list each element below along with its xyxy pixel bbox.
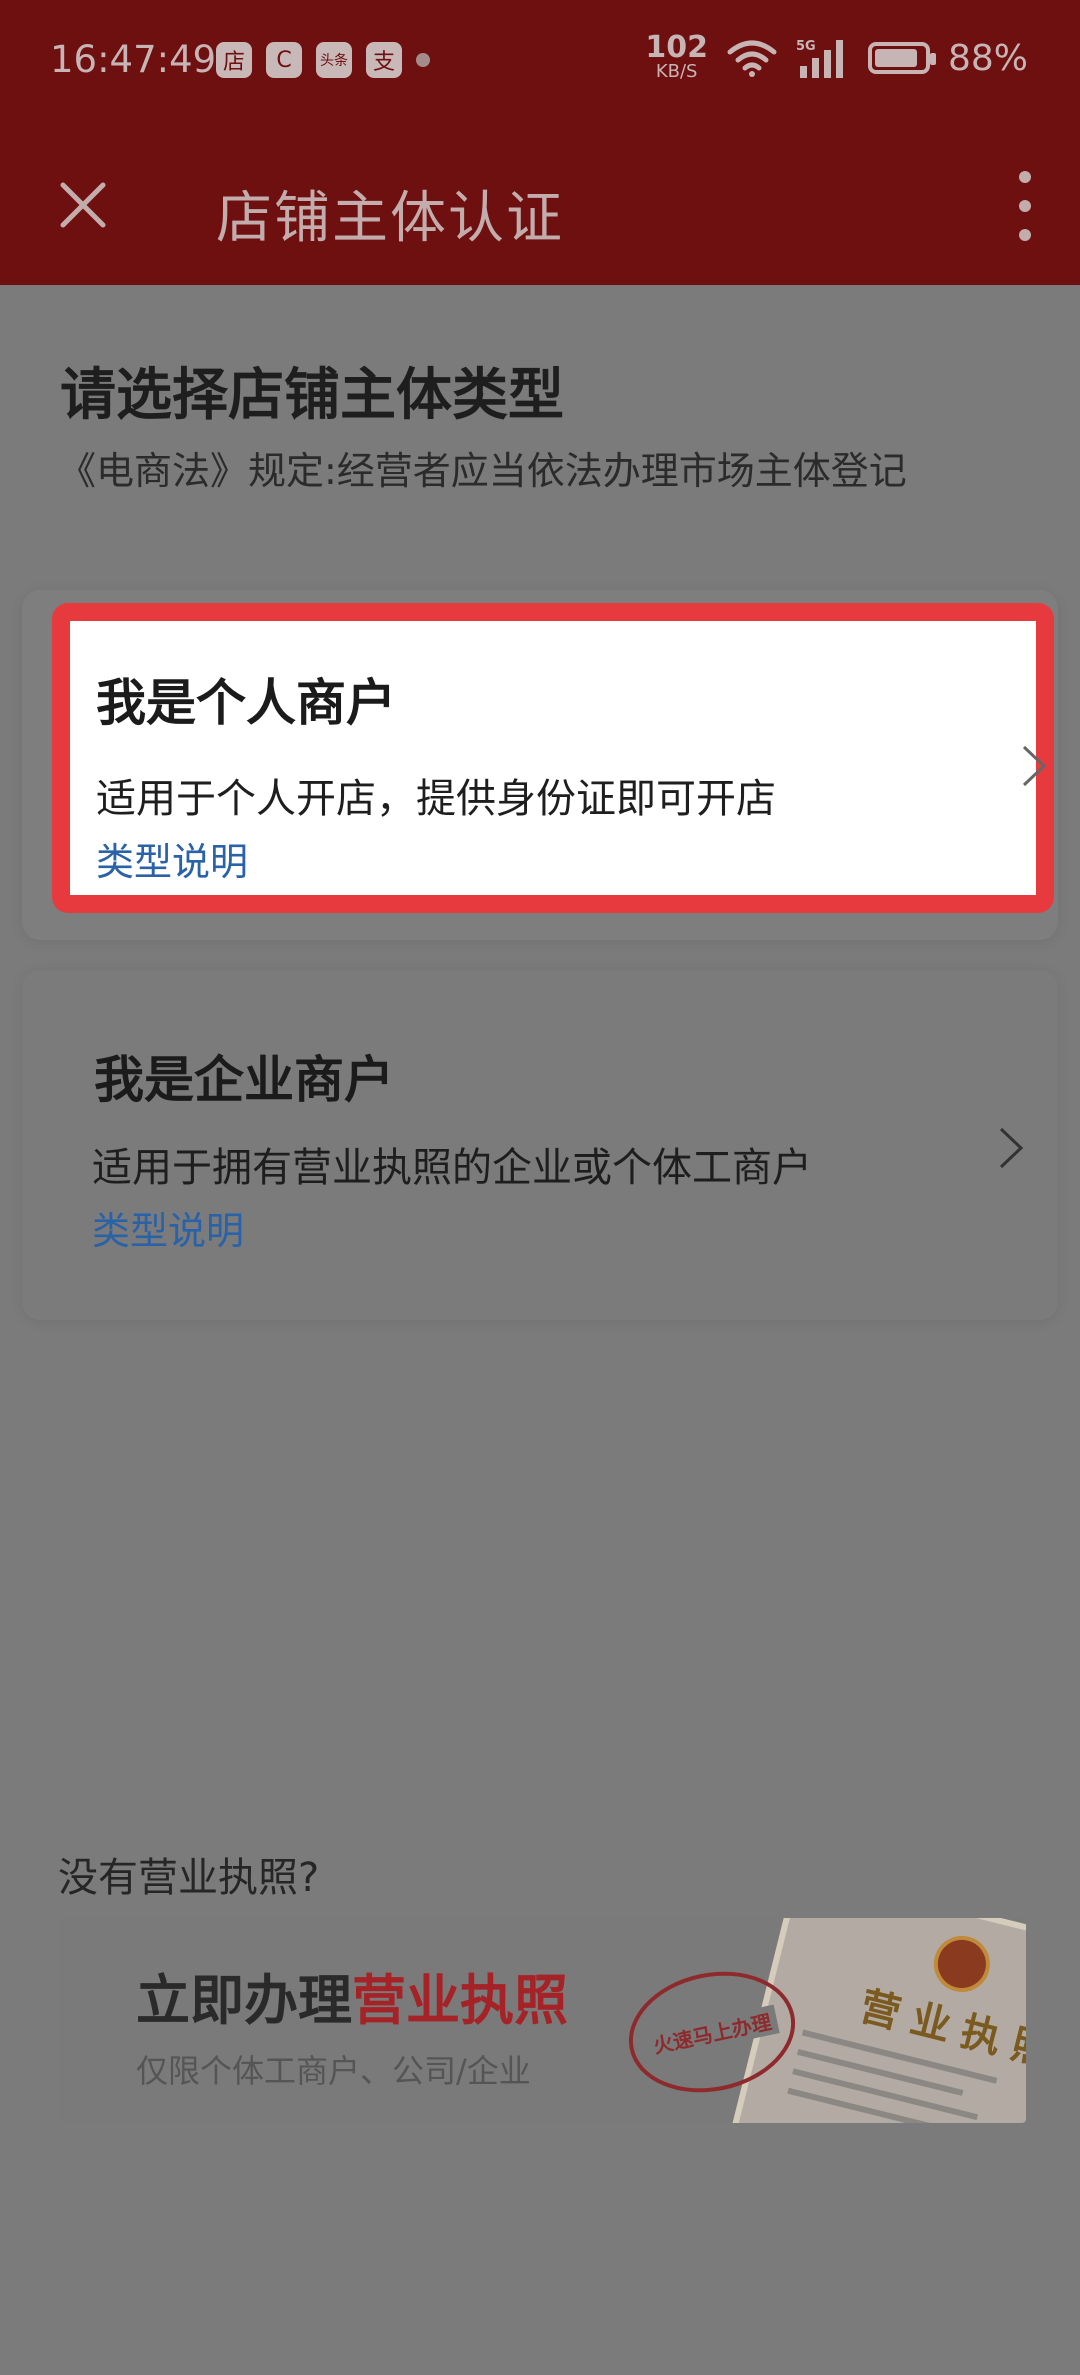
option-description: 适用于拥有营业执照的企业或个体工商户 (92, 1145, 812, 1191)
chevron-right-icon (999, 1127, 1024, 1169)
banner-title-prefix: 立即办理 (136, 1969, 352, 2032)
banner-subtitle: 仅限个体工商户、公司/企业 (136, 2052, 531, 2090)
network-type-label: 5G (796, 39, 816, 54)
net-speed: 102 KB/S (645, 30, 708, 82)
battery-percent: 88% (947, 37, 1028, 79)
section-subheading: 《电商法》规定:经营者应当依法办理市场主体登记 (58, 449, 907, 493)
wifi-icon (727, 40, 777, 77)
option-card-individual[interactable]: 我是个人商户 适用于个人开店，提供身份证即可开店 类型说明 (52, 603, 1054, 913)
banner-title: 立即办理营业执照 (136, 1956, 568, 2035)
status-bar: 16:47:49 店 C 头条 支 102 KB/S 5G 88% (0, 0, 1080, 125)
type-explanation-link[interactable]: 类型说明 (96, 831, 248, 886)
status-right: 102 KB/S 5G 88% (645, 30, 1028, 82)
chevron-right-icon (1022, 745, 1047, 787)
net-speed-value: 102 (645, 30, 708, 65)
toutiao-app-icon: 头条 (316, 42, 352, 78)
business-license-banner[interactable]: 营业执照 火速马上办理 立即办理营业执照 仅限个体工商户、公司/企业 (58, 1918, 1026, 2123)
page-title: 店铺主体认证 (216, 186, 564, 251)
national-emblem-icon (927, 1930, 996, 1998)
notification-icons: 店 C 头条 支 (216, 42, 430, 78)
type-explanation-link[interactable]: 类型说明 (92, 1200, 244, 1255)
section-heading: 请选择店铺主体类型 (60, 363, 564, 428)
cell-signal-icon: 5G (796, 39, 843, 78)
banner-title-highlight: 营业执照 (352, 1969, 568, 2032)
battery-icon (867, 42, 936, 74)
option-title: 我是个人商户 (96, 674, 396, 732)
alipay-app-icon: 支 (366, 42, 402, 78)
status-time: 16:47:49 (50, 38, 217, 81)
c-app-icon: C (266, 42, 302, 78)
more-options-icon[interactable] (1010, 171, 1040, 241)
option-card-enterprise[interactable]: 我是企业商户 适用于拥有营业执照的企业或个体工商户 类型说明 (22, 970, 1058, 1320)
option-title: 我是企业商户 (94, 1051, 394, 1109)
close-icon[interactable] (55, 177, 111, 233)
more-notifications-dot-icon (416, 53, 430, 67)
option-description: 适用于个人开店，提供身份证即可开店 (96, 776, 776, 822)
no-license-prompt: 没有营业执照? (58, 1855, 320, 1901)
store-app-icon: 店 (216, 42, 252, 78)
net-speed-unit: KB/S (655, 61, 698, 82)
stamp-text: 火速马上办理 (644, 2004, 780, 2060)
nav-bar: 店铺主体认证 (0, 125, 1080, 285)
